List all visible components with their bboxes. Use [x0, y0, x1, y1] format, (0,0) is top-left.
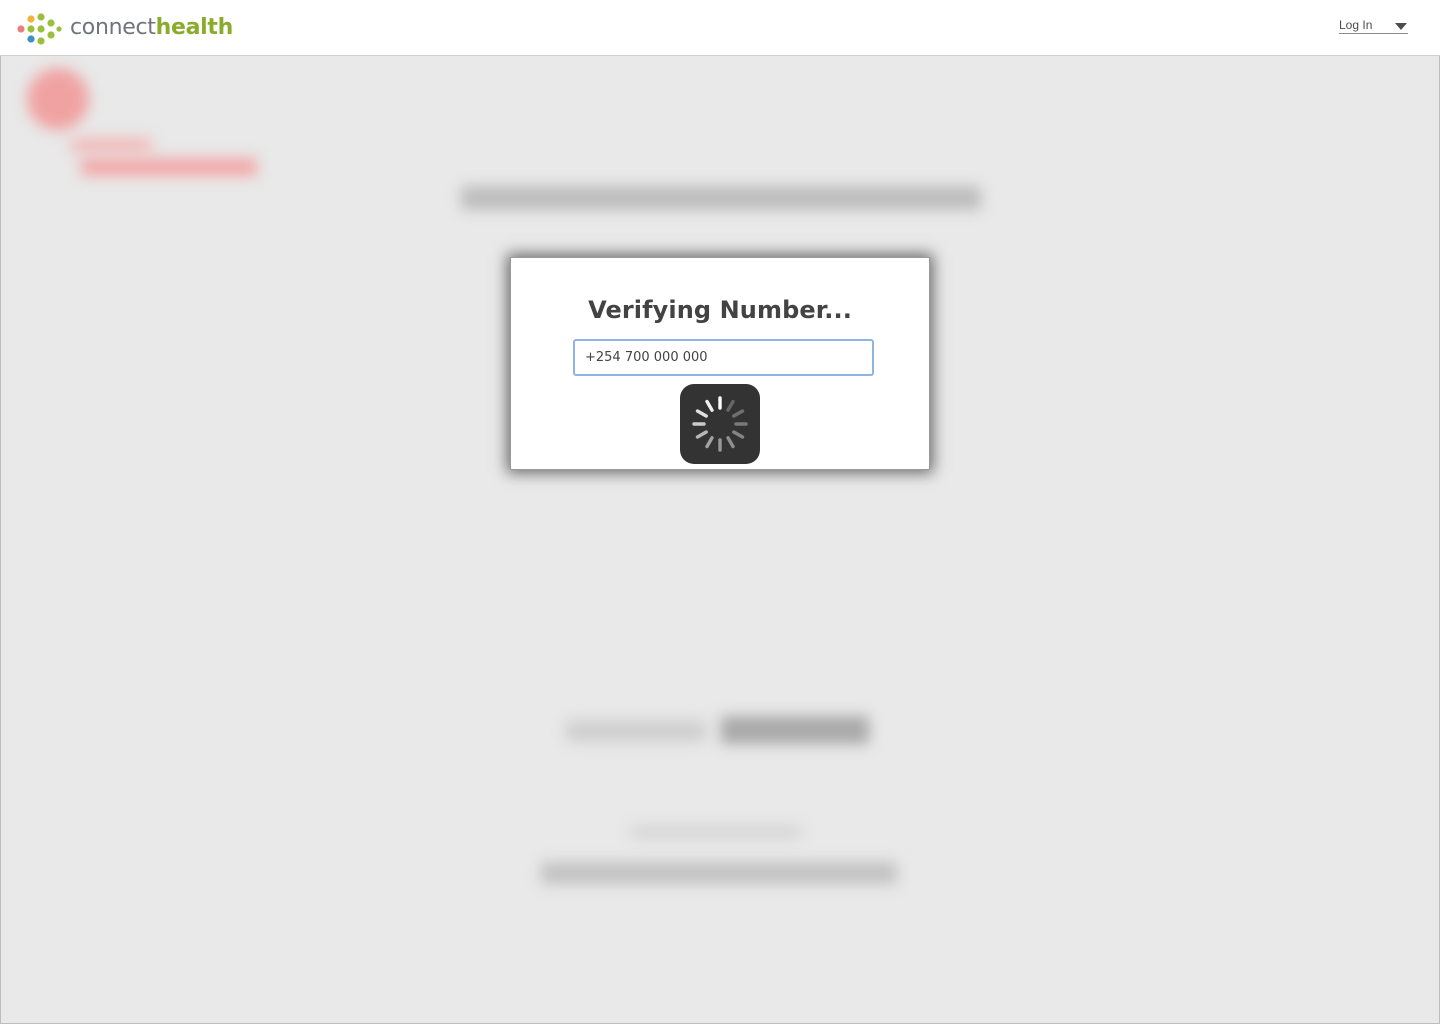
modal-overlay [0, 56, 1440, 1024]
login-menu[interactable]: Log In [1339, 17, 1408, 34]
phone-number-input[interactable] [573, 339, 874, 376]
dialog-title: Verifying Number... [588, 296, 852, 324]
verify-number-dialog: Verifying Number... [510, 257, 930, 470]
top-bar: connecthealth Log In [0, 0, 1440, 56]
blurred-background-text [631, 826, 801, 838]
login-label[interactable]: Log In [1339, 19, 1372, 31]
brand-name-health: health [155, 15, 234, 40]
brand-logo[interactable]: connecthealth [16, 12, 233, 46]
blurred-background-link [566, 720, 706, 742]
connecthealth-dots-logo-icon [17, 13, 62, 45]
blurred-background-button [721, 716, 869, 744]
blurred-background-logo [27, 68, 89, 130]
blurred-background-heading [461, 186, 981, 210]
blurred-background-text [81, 158, 257, 176]
blurred-background-text [71, 138, 151, 152]
brand-name-connect: connect [70, 15, 156, 40]
brand-name: connecthealth [70, 17, 233, 39]
loading-indicator [680, 384, 760, 464]
loading-spinner-icon [692, 396, 748, 452]
blurred-background-text [541, 862, 897, 884]
chevron-down-icon[interactable] [1395, 22, 1407, 30]
